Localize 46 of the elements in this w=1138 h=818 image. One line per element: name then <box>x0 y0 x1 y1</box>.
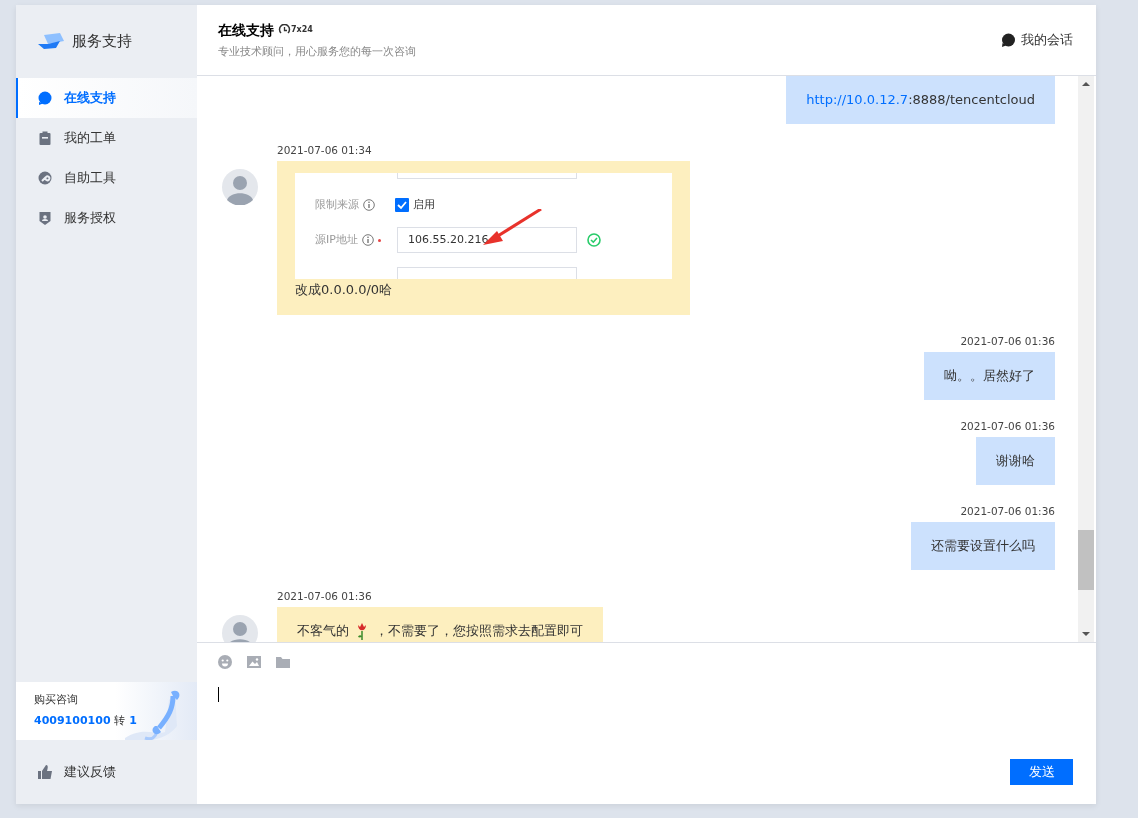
wrench-icon <box>38 170 52 186</box>
sidebar-nav-item[interactable]: 服务授权 <box>16 198 197 238</box>
message-time: 2021-07-06 01:34 <box>277 143 372 158</box>
sidebar-nav-item[interactable]: 我的工单 <box>16 118 197 158</box>
folder-icon[interactable] <box>276 656 290 668</box>
header-subtitle: 专业技术顾问，用心服务您的每一次咨询 <box>218 43 416 60</box>
hotline-text: 4009100100 转 1 <box>34 712 138 729</box>
message-text: 还需要设置什么吗 <box>931 537 1035 555</box>
shield-person-icon <box>38 210 52 226</box>
scrollbar-thumb[interactable] <box>1078 530 1094 590</box>
message-text: 改成0.0.0.0/0哈 <box>295 282 394 298</box>
form-label: 源IP地址 <box>315 232 358 248</box>
message-time: 2021-07-06 01:36 <box>277 589 372 604</box>
emoji-icon[interactable] <box>218 655 232 669</box>
message-text: 谢谢哈 <box>996 452 1035 470</box>
send-button[interactable]: 发送 <box>1010 759 1073 785</box>
logo-drawing <box>38 33 64 50</box>
sidebar-nav-item[interactable]: 在线支持 <box>16 78 197 118</box>
message-time: 2021-07-06 01:36 <box>960 504 1055 519</box>
scrollbar[interactable] <box>1078 76 1094 642</box>
image-icon[interactable] <box>247 656 261 668</box>
feedback-link[interactable]: 建议反馈 <box>16 740 197 804</box>
clipboard-icon <box>38 130 52 146</box>
thumbs-up-icon <box>38 765 52 779</box>
agent-avatar <box>222 169 258 205</box>
message-text: http://10.0.12.7:8888/tencentcloud <box>806 92 1035 107</box>
clock-icon <box>278 24 291 37</box>
form-label: 限制来源 <box>315 197 359 213</box>
info-icon <box>361 234 374 246</box>
info-icon <box>363 199 375 211</box>
message-text: 呦。。居然好了 <box>944 367 1035 385</box>
sidebar-nav-item[interactable]: 自助工具 <box>16 158 197 198</box>
message-text: ，不需要了，您按照需求去配置即可 <box>375 622 583 640</box>
service-hours-label: 7x24 <box>291 24 313 37</box>
message-text: 不客气的 <box>297 622 349 640</box>
chat-bubble-icon <box>1001 32 1016 48</box>
promo-title: 购买咨询 <box>34 692 79 708</box>
logo-text: 服务支持 <box>72 31 132 53</box>
chat-bubble-icon <box>38 90 52 106</box>
message-time: 2021-07-06 01:36 <box>960 334 1055 349</box>
text-cursor <box>218 687 219 702</box>
header-title: 在线支持 <box>218 20 274 40</box>
checkbox-label: 启用 <box>413 197 435 213</box>
my-sessions-link[interactable]: 我的会话 <box>1001 30 1073 50</box>
ip-address-field: 106.55.20.216 <box>397 227 577 253</box>
message-time: 2021-07-06 01:36 <box>960 419 1055 434</box>
